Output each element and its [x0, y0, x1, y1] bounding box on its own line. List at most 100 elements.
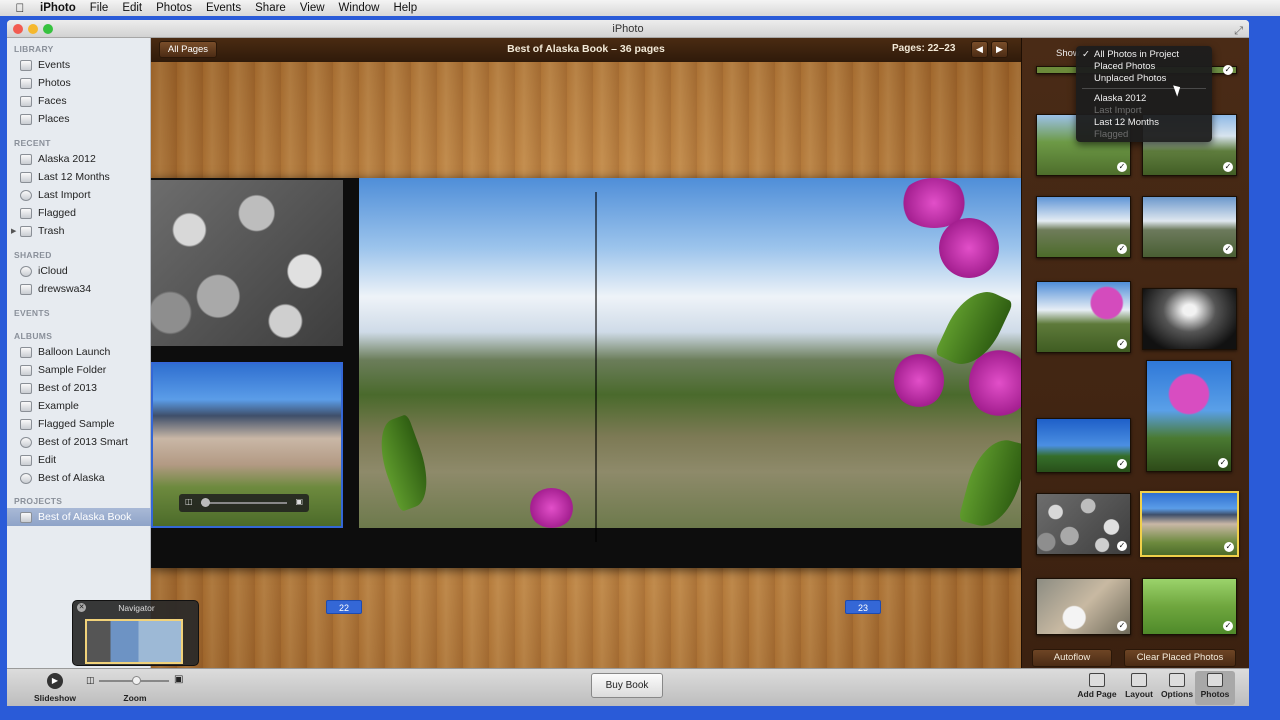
sidebar-item-photos[interactable]: Photos	[7, 74, 151, 92]
page-spread: ◫ ▣	[151, 178, 1021, 568]
sidebar-item-last-import[interactable]: Last Import	[7, 186, 151, 204]
sidebar-item-best-of-alaska-book[interactable]: Best of Alaska Book	[7, 508, 151, 526]
sidebar-item-alaska-2012[interactable]: Alaska 2012	[7, 150, 151, 168]
menu-item-alaska-2012[interactable]: Alaska 2012	[1094, 93, 1146, 104]
sidebar-item-edit[interactable]: Edit	[7, 451, 151, 469]
menu-photos[interactable]: Photos	[156, 2, 192, 14]
section-projects: PROJECTS	[14, 496, 63, 506]
menu-item-last-12-months[interactable]: Last 12 Months	[1094, 117, 1159, 128]
calendar-icon	[20, 171, 32, 183]
sidebar-item-last-12-months[interactable]: Last 12 Months	[7, 168, 151, 186]
photo-zoom-track[interactable]	[201, 502, 287, 504]
add-page-button[interactable]: Add Page	[1077, 671, 1117, 705]
menu-share[interactable]: Share	[255, 2, 286, 14]
minimize-window-button[interactable]	[28, 24, 38, 34]
sidebar-item-faces[interactable]: Faces	[7, 92, 151, 110]
photo-thumbnail[interactable]: ✓	[1036, 418, 1131, 473]
event-icon	[20, 153, 32, 165]
disclosure-triangle-icon[interactable]: ▶	[11, 227, 16, 235]
sidebar-item-label: Best of 2013 Smart	[38, 436, 128, 448]
sidebar-item-best-of-2013[interactable]: Best of 2013	[7, 379, 151, 397]
photo-thumbnail[interactable]: ✓	[1036, 281, 1131, 353]
slideshow-play-button[interactable]: ▶	[47, 673, 63, 689]
sidebar-item-label: iCloud	[38, 265, 68, 277]
photo-zoom-knob[interactable]	[201, 498, 210, 507]
sidebar-item-sample-folder[interactable]: Sample Folder	[7, 361, 151, 379]
photo-thumbnail[interactable]: ✓	[1142, 196, 1237, 258]
book-icon	[20, 511, 32, 523]
menu-item-placed-photos[interactable]: Placed Photos	[1094, 61, 1155, 72]
prev-page-button[interactable]: ◀	[971, 41, 988, 58]
menu-window[interactable]: Window	[339, 2, 380, 14]
layout-button[interactable]: Layout	[1119, 671, 1159, 705]
menu-edit[interactable]: Edit	[122, 2, 142, 14]
rocks-photo[interactable]	[151, 180, 343, 346]
placed-check-icon: ✓	[1223, 65, 1233, 75]
menu-help[interactable]: Help	[393, 2, 417, 14]
section-library: LIBRARY	[14, 44, 54, 54]
sidebar-item-icloud[interactable]: iCloud	[7, 262, 151, 280]
photo-thumbnail[interactable]: ✓	[1036, 493, 1131, 555]
photo-thumbnail[interactable]: ✓	[1036, 578, 1131, 635]
sidebar-item-balloon-launch[interactable]: Balloon Launch	[7, 343, 151, 361]
navigator-thumbnail[interactable]	[85, 619, 183, 664]
sidebar-item-example[interactable]: Example	[7, 397, 151, 415]
flag-icon	[20, 207, 32, 219]
sidebar-item-label: Balloon Launch	[38, 346, 111, 358]
next-page-button[interactable]: ▶	[991, 41, 1008, 58]
photo-zoom-control[interactable]: ◫ ▣	[179, 494, 309, 512]
photos-button[interactable]: Photos	[1195, 671, 1235, 705]
menu-events[interactable]: Events	[206, 2, 241, 14]
window-title: iPhoto	[612, 23, 644, 35]
photo-thumbnail[interactable]: ✓	[1036, 196, 1131, 258]
menu-file[interactable]: File	[90, 2, 109, 14]
menu-item-flagged: Flagged	[1094, 129, 1129, 140]
menu-item-unplaced-photos[interactable]: Unplaced Photos	[1094, 73, 1166, 84]
apple-menu-icon[interactable]: 	[0, 1, 40, 15]
placed-check-icon: ✓	[1218, 458, 1228, 468]
photo-thumbnail[interactable]: ✓	[1146, 360, 1232, 472]
zoom-window-button[interactable]	[43, 24, 53, 34]
autoflow-button[interactable]: Autoflow	[1032, 649, 1112, 667]
sidebar-item-places[interactable]: Places	[7, 110, 151, 128]
icloud-icon	[20, 265, 32, 277]
menu-item-all-photos-in-project[interactable]: ✓ All Photos in Project	[1082, 49, 1179, 60]
photo-thumbnail[interactable]: ✓	[1142, 578, 1237, 635]
photo-thumbnail[interactable]	[1142, 288, 1237, 350]
sidebar-item-best-of-alaska[interactable]: Best of Alaska	[7, 469, 151, 487]
sidebar-item-label: Best of Alaska Book	[38, 511, 132, 523]
sidebar-item-label: Events	[38, 59, 71, 71]
menu-app-name[interactable]: iPhoto	[40, 2, 76, 14]
zoom-in-icon: ▣	[295, 497, 303, 506]
sidebar-item-flagged-sample[interactable]: Flagged Sample	[7, 415, 151, 433]
zoom-slider-knob[interactable]	[132, 676, 141, 685]
buy-book-button[interactable]: Buy Book	[591, 673, 663, 698]
sidebar-item-drewswa34[interactable]: drewswa34	[7, 280, 151, 298]
zoom-small-icon: ◫	[86, 675, 95, 685]
sidebar-item-label: Edit	[38, 454, 57, 466]
menu-bar:  iPhoto File Edit Photos Events Share V…	[0, 0, 1280, 16]
sidebar-item-label: Alaska 2012	[38, 153, 96, 165]
sidebar-item-trash[interactable]: ▶ Trash	[7, 222, 151, 240]
navigator-panel[interactable]: ✕ Navigator	[72, 600, 199, 666]
sidebar-item-events[interactable]: Events	[7, 56, 151, 74]
shared-stream-icon	[20, 283, 32, 295]
page-number-left: 22	[326, 600, 362, 614]
sidebar: LIBRARY Events Photos Faces Places RECEN…	[7, 38, 151, 686]
sidebar-item-best-of-2013-smart[interactable]: Best of 2013 Smart	[7, 433, 151, 451]
sidebar-item-flagged[interactable]: Flagged	[7, 204, 151, 222]
album-icon	[20, 400, 32, 412]
tool-label: Photos	[1200, 689, 1230, 699]
denali-panorama-photo[interactable]	[359, 178, 1021, 528]
menu-view[interactable]: View	[300, 2, 325, 14]
fireweed-flower	[939, 218, 999, 278]
sidebar-item-label: Places	[38, 113, 70, 125]
sidebar-item-label: Best of 2013	[38, 382, 97, 394]
menu-item-last-import: Last Import	[1094, 105, 1142, 116]
photo-thumbnail-selected[interactable]: ✓	[1140, 491, 1239, 557]
clear-placed-photos-button[interactable]: Clear Placed Photos	[1124, 649, 1236, 667]
options-button[interactable]: Options	[1157, 671, 1197, 705]
title-bar: iPhoto ⤢	[7, 20, 1249, 38]
close-window-button[interactable]	[13, 24, 23, 34]
slideshow-label: Slideshow	[33, 693, 77, 703]
